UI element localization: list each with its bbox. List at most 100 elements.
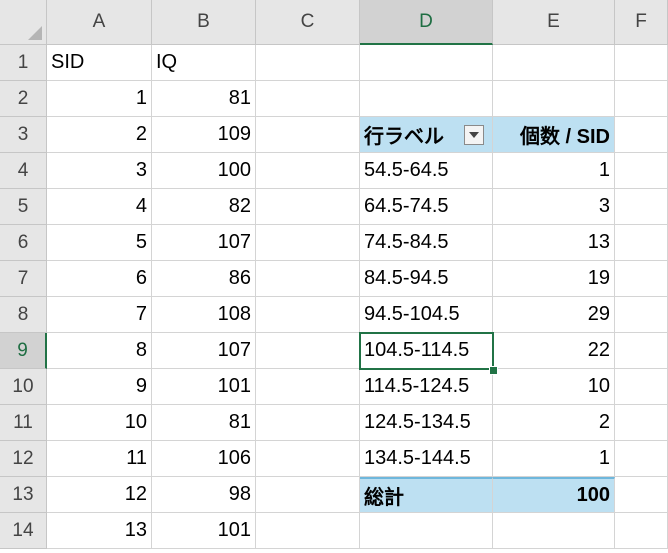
cell-f7[interactable] [615,261,668,297]
cell-f12[interactable] [615,441,668,477]
pivot-row-count[interactable]: 1 [493,441,615,477]
row-header-1[interactable]: 1 [0,45,47,81]
cell-c4[interactable] [256,153,360,189]
cell-a1[interactable]: SID [47,45,152,81]
cell-f4[interactable] [615,153,668,189]
pivot-row-label[interactable]: 124.5-134.5 [360,405,493,441]
cell-b6[interactable]: 107 [152,225,256,261]
cell-b11[interactable]: 81 [152,405,256,441]
cell-a11[interactable]: 10 [47,405,152,441]
cell-e14[interactable] [493,513,615,549]
cell-f10[interactable] [615,369,668,405]
cell-f5[interactable] [615,189,668,225]
pivot-row-label-header[interactable]: 行ラベル [360,117,493,153]
cell-f11[interactable] [615,405,668,441]
cell-a6[interactable]: 5 [47,225,152,261]
cell-a13[interactable]: 12 [47,477,152,513]
row-header-6[interactable]: 6 [0,225,47,261]
cell-c8[interactable] [256,297,360,333]
spreadsheet-grid[interactable]: A B C D E F 1 2 3 4 5 6 7 8 9 10 11 12 1… [0,0,668,553]
column-header-d[interactable]: D [360,0,493,45]
pivot-row-label[interactable]: 134.5-144.5 [360,441,493,477]
pivot-row-count[interactable]: 2 [493,405,615,441]
fill-handle[interactable] [489,366,498,375]
row-header-13[interactable]: 13 [0,477,47,513]
pivot-total-label[interactable]: 総計 [360,477,493,513]
pivot-row-label[interactable]: 54.5-64.5 [360,153,493,189]
cell-f8[interactable] [615,297,668,333]
cell-a4[interactable]: 3 [47,153,152,189]
cell-b13[interactable]: 98 [152,477,256,513]
cell-c3[interactable] [256,117,360,153]
cell-a8[interactable]: 7 [47,297,152,333]
cell-a5[interactable]: 4 [47,189,152,225]
pivot-filter-dropdown-button[interactable] [464,124,484,145]
cell-b14[interactable]: 101 [152,513,256,549]
cell-f13[interactable] [615,477,668,513]
cell-b10[interactable]: 101 [152,369,256,405]
cell-c9[interactable] [256,333,360,369]
pivot-row-label[interactable]: 74.5-84.5 [360,225,493,261]
pivot-row-count[interactable]: 29 [493,297,615,333]
column-header-c[interactable]: C [256,0,360,45]
cell-a10[interactable]: 9 [47,369,152,405]
pivot-row-count[interactable]: 13 [493,225,615,261]
pivot-value-header[interactable]: 個数 / SID [493,117,615,153]
cell-c5[interactable] [256,189,360,225]
pivot-row-count[interactable]: 1 [493,153,615,189]
cell-b5[interactable]: 82 [152,189,256,225]
cell-d1[interactable] [360,45,493,81]
cell-c12[interactable] [256,441,360,477]
cell-e1[interactable] [493,45,615,81]
cell-c1[interactable] [256,45,360,81]
cell-a2[interactable]: 1 [47,81,152,117]
row-header-9[interactable]: 9 [0,333,47,369]
pivot-row-label[interactable]: 104.5-114.5 [360,333,493,369]
pivot-total-value[interactable]: 100 [493,477,615,513]
row-header-12[interactable]: 12 [0,441,47,477]
row-header-8[interactable]: 8 [0,297,47,333]
row-header-3[interactable]: 3 [0,117,47,153]
cell-c11[interactable] [256,405,360,441]
row-header-14[interactable]: 14 [0,513,47,549]
column-header-b[interactable]: B [152,0,256,45]
cell-a14[interactable]: 13 [47,513,152,549]
cell-f2[interactable] [615,81,668,117]
pivot-row-label[interactable]: 94.5-104.5 [360,297,493,333]
cell-b8[interactable]: 108 [152,297,256,333]
cell-d14[interactable] [360,513,493,549]
cell-a3[interactable]: 2 [47,117,152,153]
pivot-row-label[interactable]: 84.5-94.5 [360,261,493,297]
cell-c14[interactable] [256,513,360,549]
cell-f1[interactable] [615,45,668,81]
pivot-row-label[interactable]: 64.5-74.5 [360,189,493,225]
cell-d2[interactable] [360,81,493,117]
cell-a12[interactable]: 11 [47,441,152,477]
cell-c7[interactable] [256,261,360,297]
cell-b12[interactable]: 106 [152,441,256,477]
row-header-4[interactable]: 4 [0,153,47,189]
cell-f9[interactable] [615,333,668,369]
cell-b4[interactable]: 100 [152,153,256,189]
cell-a9[interactable]: 8 [47,333,152,369]
row-header-2[interactable]: 2 [0,81,47,117]
row-header-7[interactable]: 7 [0,261,47,297]
cell-c10[interactable] [256,369,360,405]
row-header-5[interactable]: 5 [0,189,47,225]
cell-f6[interactable] [615,225,668,261]
cell-b7[interactable]: 86 [152,261,256,297]
column-header-a[interactable]: A [47,0,152,45]
cell-f3[interactable] [615,117,668,153]
cell-b2[interactable]: 81 [152,81,256,117]
pivot-row-count[interactable]: 10 [493,369,615,405]
cell-f14[interactable] [615,513,668,549]
cell-b9[interactable]: 107 [152,333,256,369]
cell-a7[interactable]: 6 [47,261,152,297]
pivot-row-count[interactable]: 22 [493,333,615,369]
cell-c6[interactable] [256,225,360,261]
pivot-row-count[interactable]: 3 [493,189,615,225]
pivot-row-label[interactable]: 114.5-124.5 [360,369,493,405]
cell-b1[interactable]: IQ [152,45,256,81]
column-header-f[interactable]: F [615,0,668,45]
pivot-row-count[interactable]: 19 [493,261,615,297]
